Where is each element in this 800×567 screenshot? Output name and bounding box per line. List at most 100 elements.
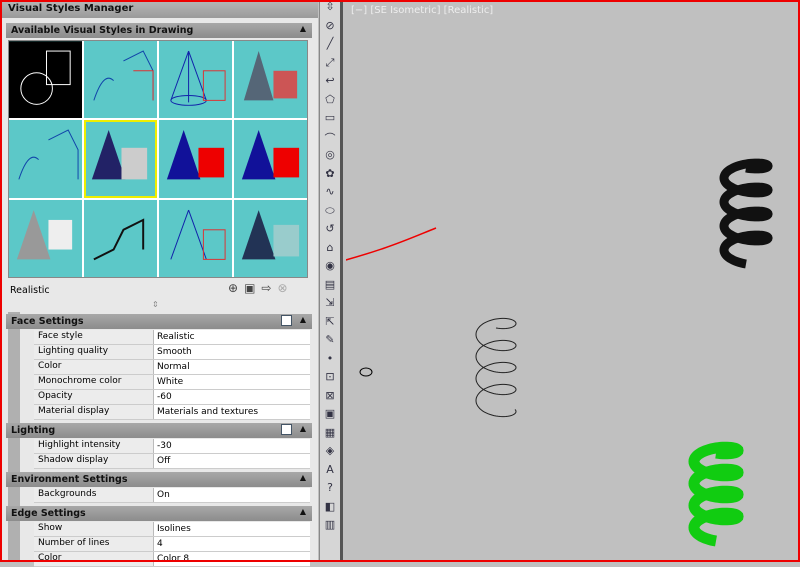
property-row[interactable]: Lighting quality Smooth xyxy=(34,345,310,360)
toolbar-button[interactable]: ◈ xyxy=(320,444,340,463)
visual-styles-manager-panel: Visual Styles Manager Available Visual S… xyxy=(0,0,318,567)
toolbar-button[interactable]: ⇱ xyxy=(320,315,340,334)
helix-path xyxy=(688,441,744,547)
property-row[interactable]: Color Color 8 xyxy=(34,552,310,567)
section-header[interactable]: Lighting ▲ xyxy=(6,423,312,438)
property-value[interactable]: On xyxy=(154,488,310,502)
style-thumbnail[interactable] xyxy=(234,120,307,198)
delete-style-icon[interactable]: ⊗ xyxy=(277,281,287,295)
toolbar-button[interactable]: ⇲ xyxy=(320,296,340,315)
toolbar-button[interactable]: ╱ xyxy=(320,37,340,56)
toolbar-button[interactable]: ⌒ xyxy=(320,130,340,149)
helix-black xyxy=(719,158,773,269)
property-label: Show xyxy=(34,522,154,536)
property-value[interactable]: Isolines xyxy=(154,522,310,536)
property-value[interactable]: -30 xyxy=(154,439,310,453)
style-thumbnail[interactable] xyxy=(9,199,82,277)
property-row[interactable]: Number of lines 4 xyxy=(34,537,310,552)
toolbar-button[interactable]: A xyxy=(320,463,340,482)
toolbar-button[interactable]: ✿ xyxy=(320,167,340,186)
property-label: Material display xyxy=(34,405,154,419)
toolbar-button[interactable]: ◧ xyxy=(320,500,340,519)
section-title: Edge Settings xyxy=(11,508,86,519)
toolbar-button[interactable]: ⊠ xyxy=(320,389,340,408)
property-label: Color xyxy=(34,552,154,566)
property-label: Number of lines xyxy=(34,537,154,551)
style-thumbnail[interactable] xyxy=(9,120,82,198)
apply-to-viewport-icon[interactable]: ▣ xyxy=(244,281,255,295)
toolbar-button[interactable]: ? xyxy=(320,481,340,500)
toolbar-button[interactable]: ▣ xyxy=(320,407,340,426)
section-header[interactable]: Edge Settings ▲ xyxy=(6,506,312,521)
toolbar-button[interactable]: ▤ xyxy=(320,278,340,297)
available-styles-header[interactable]: Available Visual Styles in Drawing ▲ xyxy=(6,23,312,38)
viewport-drawing xyxy=(260,158,773,547)
style-thumbnail[interactable] xyxy=(234,41,307,119)
collapse-icon[interactable]: ▲ xyxy=(300,315,306,324)
toolbar-button[interactable]: ✎ xyxy=(320,333,340,352)
property-value[interactable]: Off xyxy=(154,454,310,468)
collapse-icon[interactable]: ▲ xyxy=(300,507,306,516)
style-thumbnail[interactable] xyxy=(159,120,232,198)
style-thumbnail[interactable] xyxy=(9,41,82,119)
toolbar-button[interactable]: ↺ xyxy=(320,222,340,241)
current-style-name: Realistic xyxy=(10,285,50,296)
property-label: Face style xyxy=(34,330,154,344)
property-row[interactable]: Backgrounds On xyxy=(34,488,310,503)
property-row[interactable]: Face style Realistic xyxy=(34,330,310,345)
panel-title: Visual Styles Manager xyxy=(0,0,318,18)
property-row[interactable]: Highlight intensity -30 xyxy=(34,439,310,454)
toggle-icon[interactable] xyxy=(281,315,292,326)
toolbar-button[interactable]: ∿ xyxy=(320,185,340,204)
property-row[interactable]: Opacity -60 xyxy=(34,390,310,405)
collapse-icon[interactable]: ▲ xyxy=(300,424,306,433)
property-value[interactable]: 4 xyxy=(154,537,310,551)
section-header[interactable]: Face Settings ▲ xyxy=(6,314,312,329)
property-row[interactable]: Monochrome color White xyxy=(34,375,310,390)
collapse-icon[interactable]: ▲ xyxy=(300,24,306,33)
property-row[interactable]: Shadow display Off xyxy=(34,454,310,469)
toolbar-button[interactable]: ⇳ xyxy=(320,0,340,19)
toolbar-button[interactable]: ⤢ xyxy=(320,56,340,75)
toolbar-button[interactable]: ⊡ xyxy=(320,370,340,389)
property-value[interactable]: White xyxy=(154,375,310,389)
style-thumbnail[interactable] xyxy=(159,41,232,119)
style-thumbnail[interactable] xyxy=(84,41,157,119)
section-header[interactable]: Environment Settings ▲ xyxy=(6,472,312,487)
section-title: Lighting xyxy=(11,425,56,436)
property-row[interactable]: Material display Materials and textures xyxy=(34,405,310,420)
export-to-palette-icon[interactable]: ⇨ xyxy=(261,281,271,295)
property-row[interactable]: Show Isolines xyxy=(34,522,310,537)
property-value[interactable]: Normal xyxy=(154,360,310,374)
drawing-viewport[interactable]: [−] [SE Isometric] [Realistic] xyxy=(260,0,800,562)
property-value[interactable]: Realistic xyxy=(154,330,310,344)
property-value[interactable]: Materials and textures xyxy=(154,405,310,419)
toolbar-button[interactable]: ▭ xyxy=(320,111,340,130)
property-row[interactable]: Color Normal xyxy=(34,360,310,375)
toggle-icon[interactable] xyxy=(281,424,292,435)
style-thumbnail[interactable] xyxy=(84,199,157,277)
style-thumbnail[interactable] xyxy=(84,120,157,198)
toolbar-button[interactable]: ⊘ xyxy=(320,19,340,38)
toolbar-button[interactable]: ⬭ xyxy=(320,204,340,223)
splitter-handle[interactable]: ⇕ xyxy=(152,300,159,309)
toolbar-button[interactable]: ◉ xyxy=(320,259,340,278)
viewport-label[interactable]: [−] [SE Isometric] [Realistic] xyxy=(351,5,493,16)
create-style-icon[interactable]: ⊕ xyxy=(228,281,238,295)
property-value[interactable]: Color 8 xyxy=(154,552,310,566)
toolbar-button[interactable]: ↩ xyxy=(320,74,340,93)
toolbar-button[interactable]: • xyxy=(320,352,340,371)
toolbar-button[interactable]: ▥ xyxy=(320,518,340,537)
toolbar-button[interactable]: ⬠ xyxy=(320,93,340,112)
style-thumbnail[interactable] xyxy=(159,199,232,277)
property-value[interactable]: -60 xyxy=(154,390,310,404)
property-label: Highlight intensity xyxy=(34,439,154,453)
property-value[interactable]: Smooth xyxy=(154,345,310,359)
toolbar-button[interactable]: ◎ xyxy=(320,148,340,167)
style-thumbnail[interactable] xyxy=(234,199,307,277)
collapse-icon[interactable]: ▲ xyxy=(300,473,306,482)
helix-wireframe xyxy=(475,317,517,418)
toolbar-button[interactable]: ⌂ xyxy=(320,241,340,260)
helix-path xyxy=(475,317,517,418)
toolbar-button[interactable]: ▦ xyxy=(320,426,340,445)
